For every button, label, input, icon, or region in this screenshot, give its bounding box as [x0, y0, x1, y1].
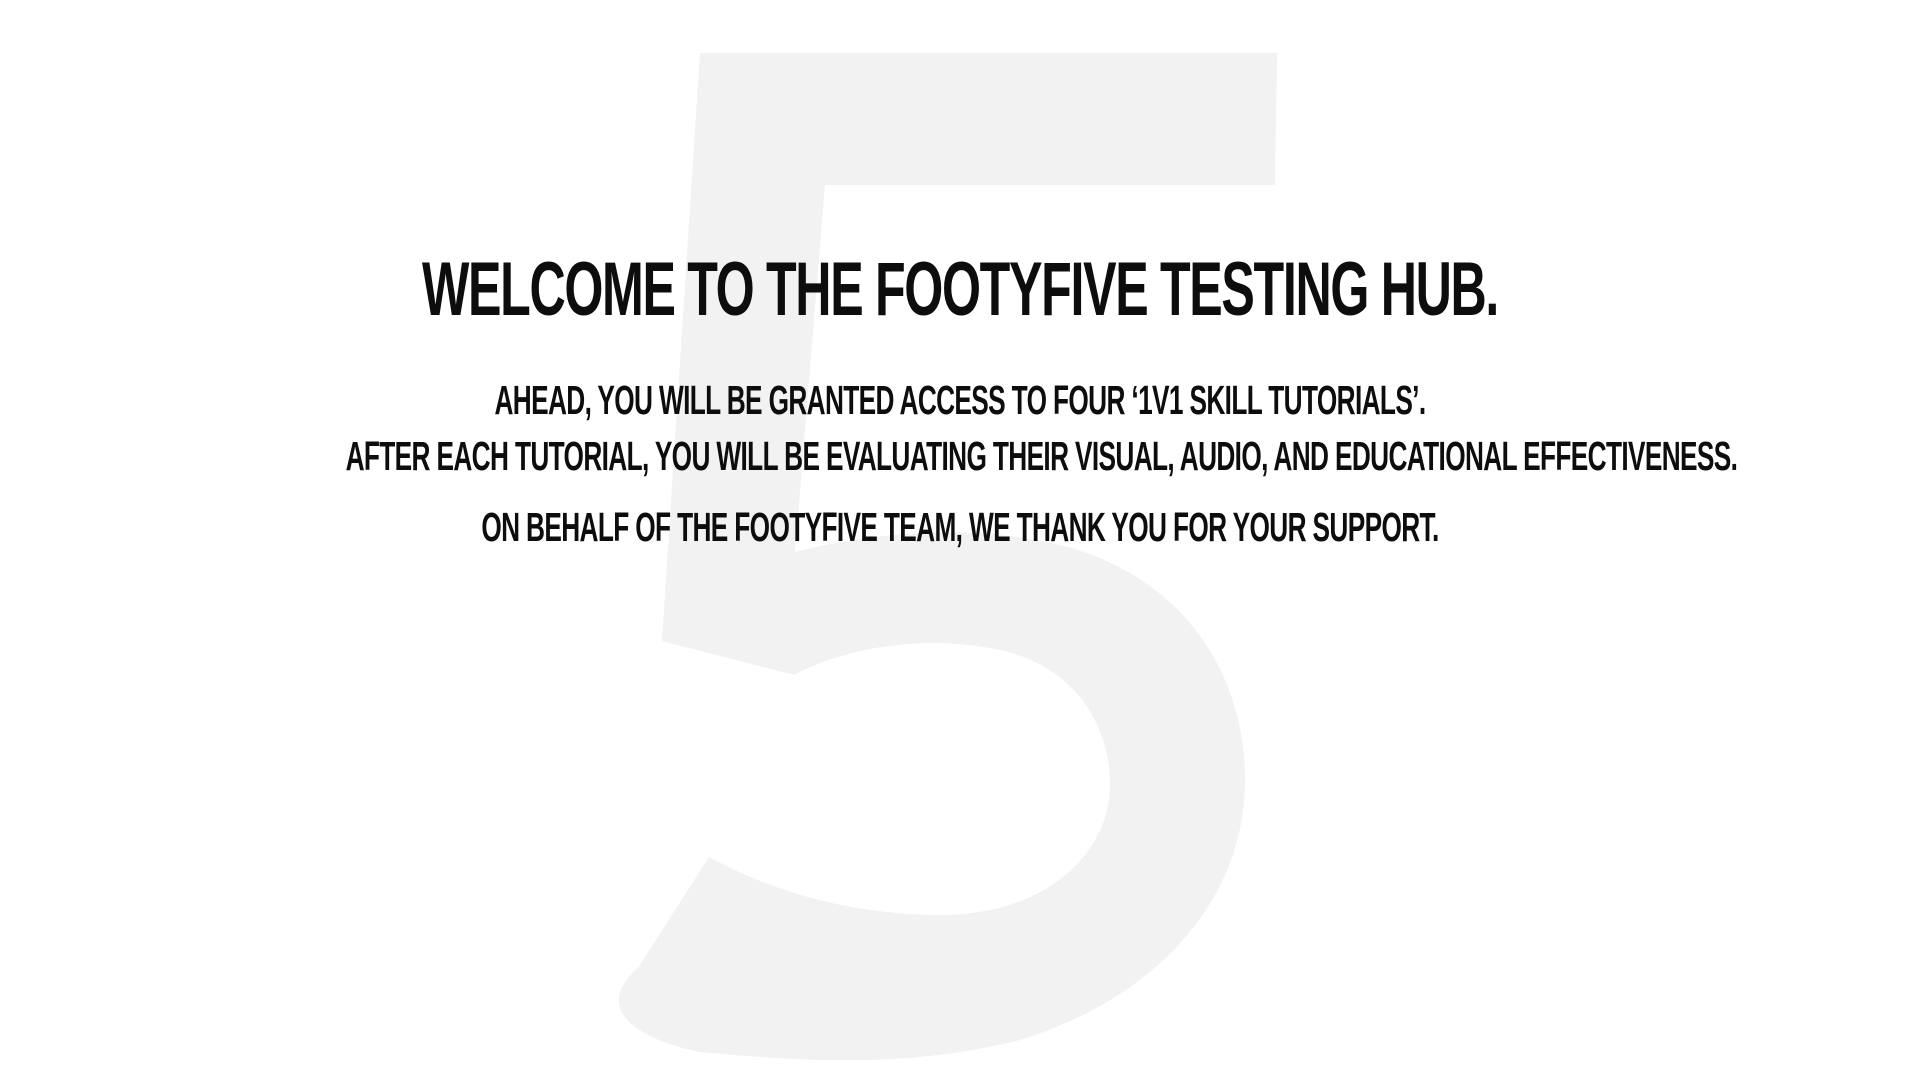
welcome-screen: Welcome to the FootyFive Testing Hub. Ah…: [0, 0, 1920, 1080]
welcome-headline: Welcome to the FootyFive Testing Hub.: [421, 247, 1499, 332]
welcome-content: Welcome to the FootyFive Testing Hub. Ah…: [0, 0, 1920, 1080]
intro-line-evaluation: After each tutorial, you will be evaluat…: [345, 433, 1738, 479]
intro-line-access: Ahead, you will be granted access to fou…: [494, 377, 1427, 423]
intro-line-thanks: On behalf of the FootyFive team, we than…: [481, 504, 1439, 550]
